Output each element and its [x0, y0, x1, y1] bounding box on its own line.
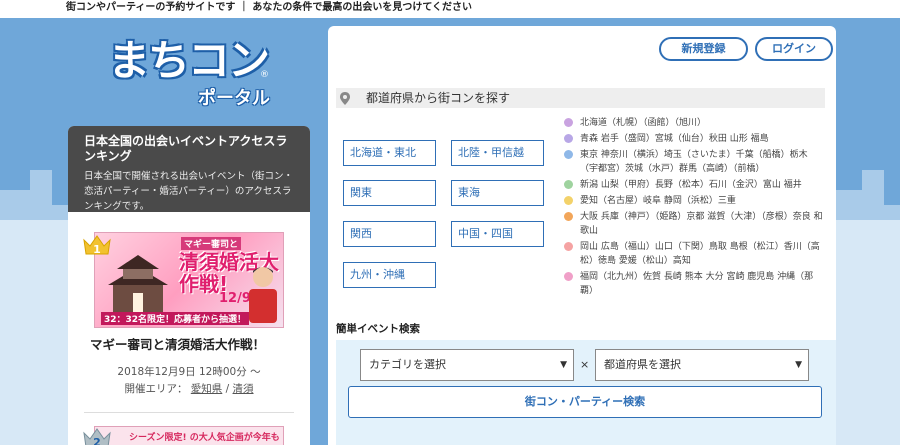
region-hokuriku-koshinetsu[interactable]: 北陸・甲信越	[451, 140, 544, 166]
search-panel: 新規登録 ログイン 都道府県から街コンを探す 北海道・東北 北陸・甲信越 関東 …	[328, 26, 836, 445]
ranking-header: 日本全国の出会いイベントアクセスランキング 日本全国で開催される出会いイベント（…	[68, 126, 310, 212]
pref-dot-icon	[564, 242, 573, 251]
pref-links[interactable]: 青森 岩手（盛岡）宮城（仙台）秋田 山形 福島	[580, 134, 769, 144]
banner-2-text: シーズン限定! の大人気企画が今年も開催！	[129, 433, 280, 443]
event-banner-2[interactable]: シーズン限定! の大人気企画が今年も開催！	[94, 426, 284, 445]
pref-row-kyushu: 福岡（北九州）佐賀 長崎 熊本 大分 宮崎 鹿児島 沖縄（那覇）	[564, 270, 824, 298]
category-select[interactable]: カテゴリを選択 ▼	[360, 349, 574, 381]
event-area: 開催エリア： 愛知県 / 清須	[68, 381, 310, 396]
region-tokai[interactable]: 東海	[451, 180, 544, 206]
event-date: 2018年12月9日 12時00分 〜	[117, 366, 261, 378]
ranking-panel: 日本全国の出会いイベントアクセスランキング 日本全国で開催される出会いイベント（…	[68, 126, 310, 445]
pref-row-hokkaido: 北海道（札幌）（函館）（旭川）	[564, 116, 824, 130]
prefecture-select-value: 都道府県を選択	[604, 358, 681, 371]
pref-links[interactable]: 岡山 広島（福山）山口（下関）鳥取 島根（松江）香川（高松）徳島 愛媛（松山）高…	[580, 242, 820, 266]
region-kanto[interactable]: 関東	[343, 180, 436, 206]
logo-registered-mark: ®	[260, 70, 269, 80]
prefecture-select[interactable]: 都道府県を選択 ▼	[595, 349, 809, 381]
pref-links[interactable]: 福岡（北九州）佐賀 長崎 熊本 大分 宮崎 鹿児島 沖縄（那覇）	[580, 272, 813, 296]
category-select-value: カテゴリを選択	[369, 358, 446, 371]
event-area-city-link[interactable]: 清須	[233, 383, 254, 395]
region-hokkaido-tohoku[interactable]: 北海道・東北	[343, 140, 436, 166]
simple-search-label: 簡単イベント検索	[336, 323, 420, 335]
pref-links[interactable]: 新潟 山梨（甲府）長野（松本）石川（金沢）富山 福井	[580, 180, 802, 190]
site-logo[interactable]: まちコン ® ポータル	[108, 36, 278, 116]
event-banner[interactable]: マギー審司と 清須婚活大作戦! 12/9 32：32名限定！応募者から抽選！	[94, 232, 284, 328]
logo-main-text: まちコン	[108, 36, 270, 85]
pref-row-tokai: 愛知（名古屋）岐阜 静岡（浜松）三重	[564, 194, 824, 208]
pref-dot-icon	[564, 118, 573, 127]
rank-2-crown-icon: 2	[83, 428, 111, 445]
ranking-description: 日本全国で開催される出会いイベント（街コン・恋活パーティー・婚活パーティー）のア…	[84, 171, 294, 212]
rank-2-number: 2	[93, 436, 101, 445]
chevron-down-icon: ▼	[560, 360, 567, 370]
pref-dot-icon	[564, 196, 573, 205]
region-kyushu-okinawa[interactable]: 九州・沖縄	[343, 262, 436, 288]
site-tagline: 街コンやパーティーの予約サイトです ｜ あなたの条件で最高の出会いを見つけてくだ…	[0, 0, 900, 18]
banner-footer-text: 32：32名限定！応募者から抽選！	[101, 312, 250, 325]
banner-top-text: マギー審司と	[181, 237, 242, 250]
map-pin-icon	[340, 92, 350, 105]
pref-dot-icon	[564, 150, 573, 159]
event-search-button[interactable]: 街コン・パーティー検索	[348, 386, 822, 418]
rank-1-crown-icon: 1	[83, 235, 111, 256]
pref-dot-icon	[564, 272, 573, 281]
region-chugoku-shikoku[interactable]: 中国・四国	[451, 221, 544, 247]
rank-1-number: 1	[93, 243, 101, 256]
pref-links[interactable]: 北海道（札幌）（函館）（旭川）	[580, 118, 706, 128]
pref-row-tohoku: 青森 岩手（盛岡）宮城（仙台）秋田 山形 福島	[564, 132, 824, 146]
logo-sub-text: ポータル	[198, 88, 270, 109]
pref-row-koshinetsu: 新潟 山梨（甲府）長野（松本）石川（金沢）富山 福井	[564, 178, 824, 192]
prefecture-search-heading: 都道府県から街コンを探す	[336, 88, 825, 108]
pref-dot-icon	[564, 180, 573, 189]
castle-illustration	[108, 255, 168, 313]
event-area-pref-link[interactable]: 愛知県	[191, 383, 223, 395]
ranking-divider	[84, 412, 294, 413]
pref-dot-icon	[564, 134, 573, 143]
pref-row-kansai: 大阪 兵庫（神戸）（姫路）京都 滋賀（大津）（彦根）奈良 和歌山	[564, 210, 824, 238]
register-button[interactable]: 新規登録	[659, 37, 748, 61]
chevron-down-icon: ▼	[795, 360, 802, 370]
pref-links[interactable]: 東京 神奈川（横浜）埼玉（さいたま）千葉（船橋）栃木（宇都宮）茨城（水戸）群馬（…	[580, 150, 808, 174]
ranking-title: 日本全国の出会いイベントアクセスランキング	[84, 134, 288, 163]
pref-row-kanto: 東京 神奈川（横浜）埼玉（さいたま）千葉（船橋）栃木（宇都宮）茨城（水戸）群馬（…	[564, 148, 824, 176]
pref-links[interactable]: 愛知（名古屋）岐阜 静岡（浜松）三重	[580, 196, 736, 206]
login-button[interactable]: ログイン	[755, 37, 833, 61]
times-separator: ×	[580, 358, 590, 371]
event-area-label: 開催エリア：	[124, 383, 188, 395]
region-kansai[interactable]: 関西	[343, 221, 436, 247]
event-title-link[interactable]: マギー審司と清須婚活大作戦！	[90, 334, 265, 353]
pref-links[interactable]: 大阪 兵庫（神戸）（姫路）京都 滋賀（大津）（彦根）奈良 和歌山	[580, 212, 823, 236]
prefecture-list: 北海道（札幌）（函館）（旭川） 青森 岩手（盛岡）宮城（仙台）秋田 山形 福島 …	[564, 116, 824, 300]
simple-search-box: カテゴリを選択 ▼ × 都道府県を選択 ▼ 街コン・パーティー検索	[336, 340, 836, 445]
pref-dot-icon	[564, 212, 573, 221]
event-area-separator: /	[225, 383, 230, 395]
pref-row-chugoku-shikoku: 岡山 広島（福山）山口（下関）鳥取 島根（松江）香川（高松）徳島 愛媛（松山）高…	[564, 240, 824, 268]
